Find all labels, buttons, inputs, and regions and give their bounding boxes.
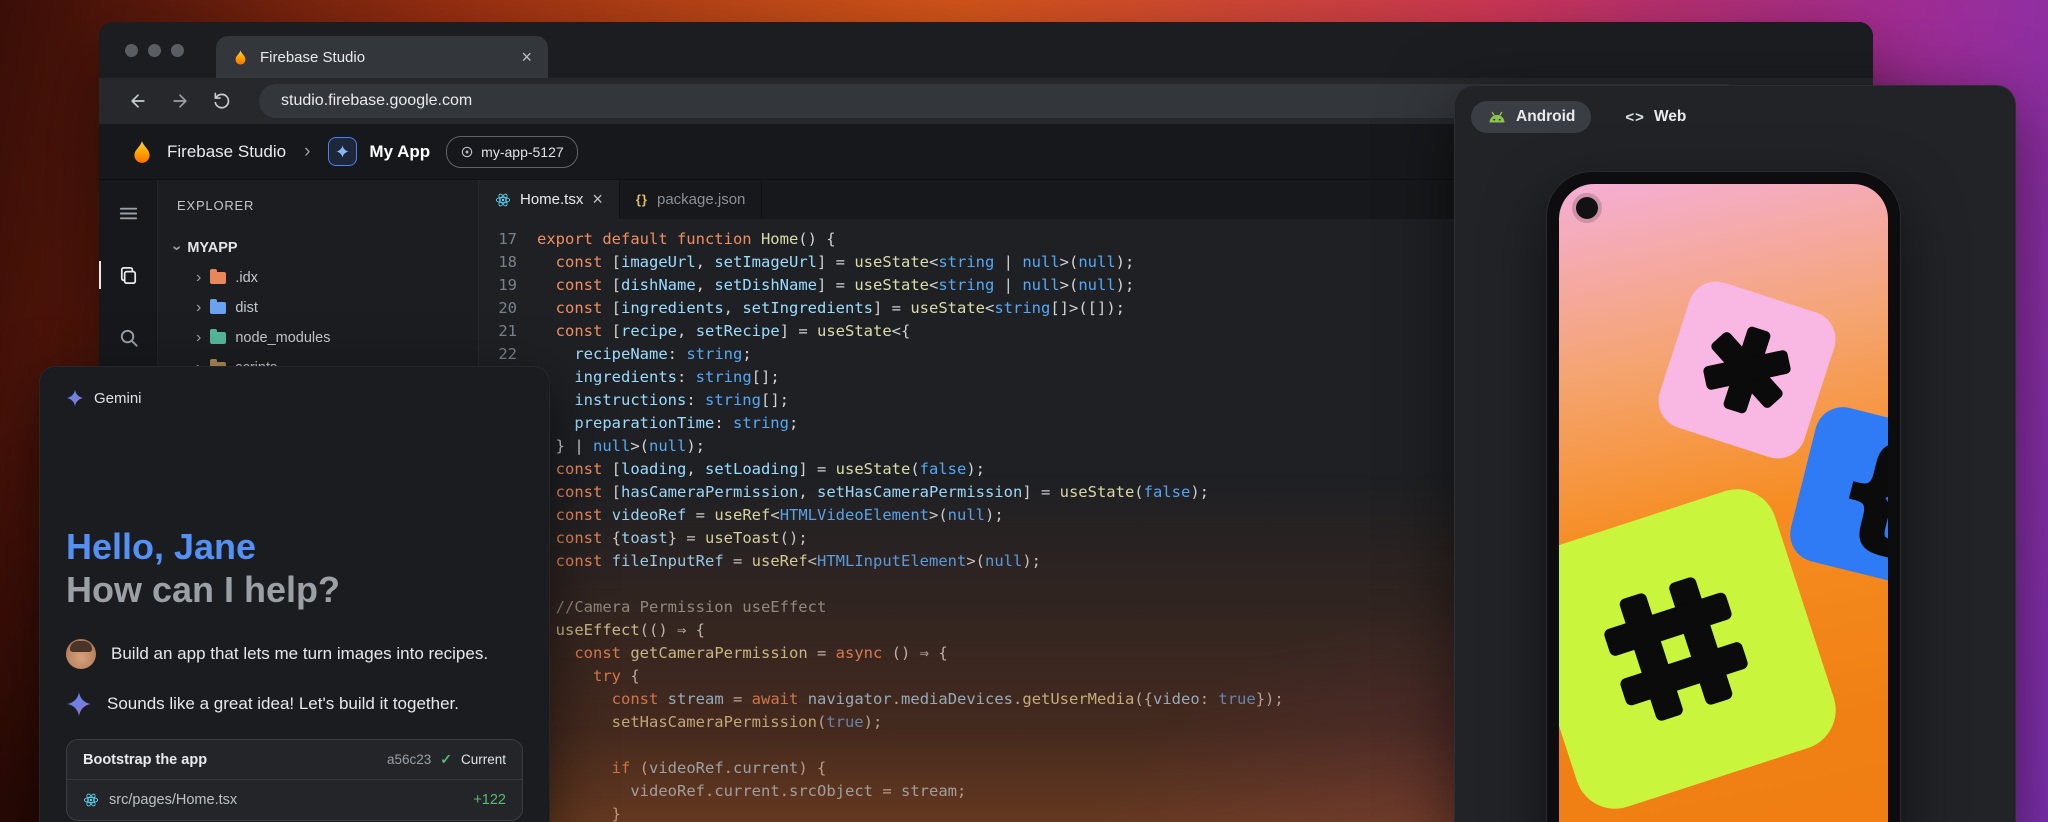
step-card-header: Bootstrap the app a56c23 ✓ Current — [67, 740, 522, 780]
folder-icon — [210, 302, 226, 314]
android-toggle-button[interactable]: Android — [1471, 101, 1591, 133]
search-icon — [117, 326, 140, 349]
json-braces-icon: {} — [636, 192, 648, 207]
android-robot-icon — [1487, 111, 1507, 124]
changed-file-row[interactable]: src/pages/Home.tsx +122 — [67, 780, 522, 820]
window-controls — [125, 44, 184, 57]
platform-toggle: Android <> Web — [1455, 86, 2015, 133]
tree-root-label: MYAPP — [187, 240, 237, 256]
maximize-window-button[interactable] — [171, 44, 184, 57]
tab-close-icon[interactable]: × — [521, 47, 532, 68]
app-id-chip[interactable]: my-app-5127 — [446, 136, 578, 168]
user-message-text: Build an app that lets me turn images in… — [111, 644, 488, 664]
browser-tab[interactable]: Firebase Studio × — [216, 36, 548, 78]
spark-icon — [335, 144, 350, 159]
tree-item-label: node_modules — [235, 330, 330, 346]
minimize-window-button[interactable] — [148, 44, 161, 57]
android-label: Android — [1516, 108, 1575, 126]
file-tree-items: ›.idx›dist›node_modules›scripts — [158, 263, 478, 383]
chevron-down-icon: › — [168, 245, 186, 250]
reload-button[interactable] — [203, 83, 241, 119]
hash-glyph — [1595, 568, 1756, 729]
camera-punch-hole — [1576, 197, 1598, 219]
gemini-header: Gemini — [66, 389, 523, 407]
gemini-spark-icon — [66, 691, 92, 717]
explorer-title: EXPLORER — [158, 198, 478, 213]
user-message: Build an app that lets me turn images in… — [66, 639, 523, 669]
phone-mockup: { — [1546, 171, 1901, 822]
gemini-chat: Build an app that lets me turn images in… — [66, 639, 523, 821]
browser-tabstrip: Firebase Studio × — [99, 22, 1873, 78]
editor-tab-label: package.json — [657, 191, 745, 208]
diff-added-count: +122 — [473, 792, 506, 808]
gemini-greeting: Hello, Jane How can I help? — [66, 525, 523, 611]
greeting-line2: How can I help? — [66, 568, 523, 611]
app-id-text: my-app-5127 — [481, 144, 564, 160]
tree-item-label: dist — [235, 300, 258, 316]
greeting-line1: Hello, Jane — [66, 525, 523, 568]
gemini-panel: Gemini Hello, Jane How can I help? Build… — [39, 366, 550, 822]
folder-icon — [210, 272, 226, 284]
user-avatar — [66, 639, 96, 669]
web-label: Web — [1654, 108, 1686, 126]
code-brackets-icon: <> — [1625, 109, 1645, 126]
forward-button[interactable] — [161, 83, 199, 119]
tree-item-node_modules[interactable]: › node_modules — [158, 323, 478, 353]
files-icon — [117, 264, 140, 287]
back-button[interactable] — [119, 83, 157, 119]
explorer-view-button[interactable] — [111, 258, 145, 292]
gemini-message: Sounds like a great idea! Let's build it… — [66, 691, 523, 717]
gemini-brand-label: Gemini — [94, 390, 142, 407]
desktop-background: Firebase Studio × studio.firebase.google… — [0, 0, 2048, 822]
file-path: src/pages/Home.tsx — [109, 792, 463, 808]
tree-item-dist[interactable]: › dist — [158, 293, 478, 323]
search-view-button[interactable] — [111, 320, 145, 354]
breadcrumb-separator: › — [304, 141, 310, 163]
chevron-right-icon: › — [196, 269, 201, 287]
phone-screen: { — [1559, 184, 1888, 822]
url-text: studio.firebase.google.com — [281, 92, 472, 110]
asterisk-glyph — [1687, 310, 1808, 431]
tab-title: Firebase Studio — [260, 49, 510, 66]
device-preview-panel: Android <> Web { — [1454, 85, 2016, 822]
tree-root-myapp[interactable]: › MYAPP — [158, 233, 478, 263]
menu-icon — [117, 202, 140, 225]
app-name[interactable]: My App — [369, 142, 430, 162]
status-badge: Current — [461, 752, 506, 767]
commit-hash: a56c23 — [387, 752, 431, 767]
firebase-favicon-icon — [232, 49, 249, 66]
close-window-button[interactable] — [125, 44, 138, 57]
app-chip-icon — [460, 145, 474, 159]
product-name[interactable]: Firebase Studio — [167, 142, 286, 162]
gemini-message-text: Sounds like a great idea! Let's build it… — [107, 694, 459, 714]
curly-brace-glyph: { — [1826, 424, 1888, 559]
react-icon — [495, 192, 511, 208]
editor-tab-close-icon[interactable]: × — [592, 189, 603, 210]
folder-icon — [210, 332, 226, 344]
app-prototype-icon — [328, 137, 357, 166]
editor-tab-package-json[interactable]: {} package.json — [620, 180, 763, 219]
reload-icon — [212, 91, 232, 111]
editor-tab-label: Home.tsx — [520, 191, 583, 208]
tree-item-label: .idx — [235, 270, 258, 286]
react-icon — [83, 792, 99, 808]
web-toggle-button[interactable]: <> Web — [1609, 101, 1702, 133]
gemini-spark-icon — [66, 389, 84, 407]
chevron-right-icon: › — [196, 329, 201, 347]
menu-button[interactable] — [111, 196, 145, 230]
step-title: Bootstrap the app — [83, 752, 378, 768]
tree-item-.idx[interactable]: › .idx — [158, 263, 478, 293]
firebase-logo-icon — [129, 139, 155, 165]
chevron-right-icon: › — [196, 299, 201, 317]
back-arrow-icon — [128, 91, 148, 111]
forward-arrow-icon — [170, 91, 190, 111]
editor-tab-home-tsx[interactable]: Home.tsx × — [479, 180, 620, 219]
check-icon: ✓ — [440, 751, 452, 768]
bootstrap-step-card[interactable]: Bootstrap the app a56c23 ✓ Current src/p… — [66, 739, 523, 821]
